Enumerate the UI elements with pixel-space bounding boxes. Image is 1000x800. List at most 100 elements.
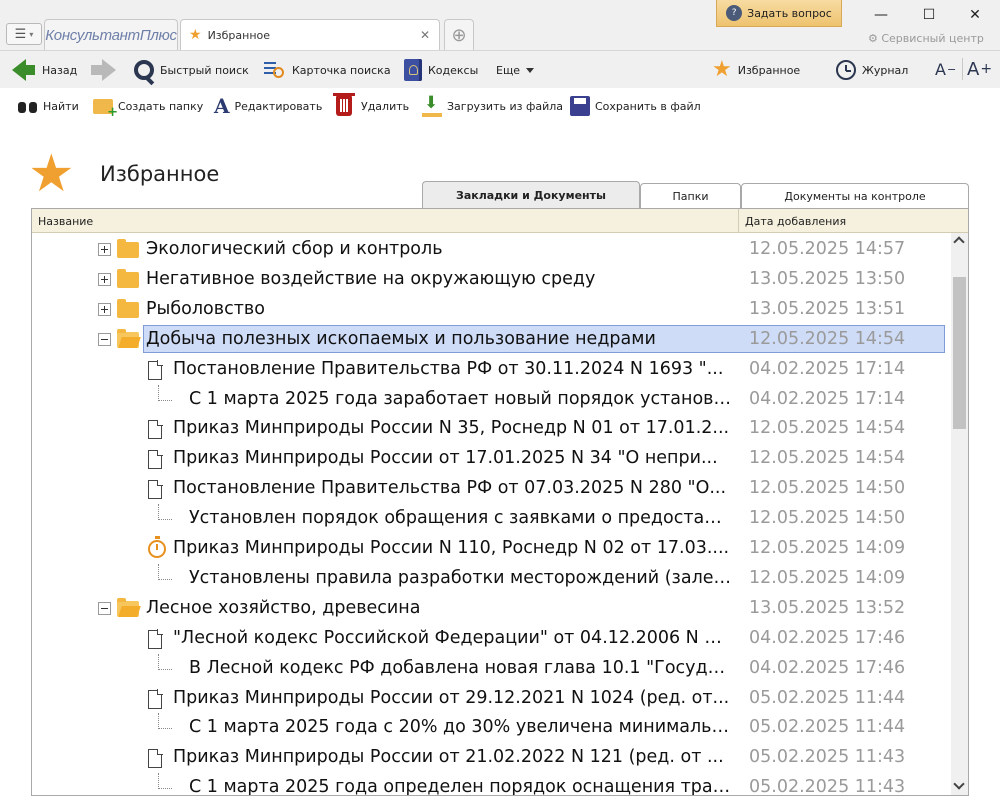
row-title[interactable]: Приказ Минприроды России от 29.12.2021 N… [173, 688, 732, 708]
favorites-button[interactable]: ★ Избранное [712, 51, 800, 89]
font-increase-button[interactable]: A + [967, 50, 992, 88]
minus-icon: − [946, 62, 957, 76]
folder-row[interactable]: Экологический сбор и контроль 12.05.2025 … [32, 235, 952, 265]
note-row[interactable]: Установлен порядок обращения с заявками … [32, 504, 952, 534]
scrollbar-thumb[interactable] [953, 277, 966, 429]
vertical-scrollbar[interactable] [951, 233, 968, 795]
scroll-up-icon[interactable] [953, 236, 965, 248]
tab-folders[interactable]: Папки [640, 183, 741, 209]
row-title[interactable]: Рыболовство [146, 299, 732, 319]
new-tab-button[interactable]: ⊕ [444, 19, 474, 50]
service-center-link[interactable]: ⚙ Сервисный центр [868, 32, 984, 45]
row-title[interactable]: Экологический сбор и контроль [146, 239, 732, 259]
expand-plus-icon[interactable] [98, 243, 111, 256]
history-clock-icon [836, 60, 856, 80]
tree-connector-line [158, 504, 172, 521]
row-title[interactable]: Лесное хозяйство, древесина [146, 598, 732, 618]
expand-plus-icon[interactable] [98, 302, 111, 316]
ask-question-button[interactable]: ? Задать вопрос [716, 0, 842, 27]
expand-plus-icon[interactable] [98, 272, 111, 286]
folder-row[interactable]: Добыча полезных ископаемых и пользование… [32, 324, 952, 355]
load-from-file-button[interactable]: Загрузить из файла [422, 88, 563, 124]
row-title[interactable]: Приказ Минприроды России от 21.02.2022 N… [173, 747, 732, 767]
journal-button[interactable]: Журнал [836, 51, 908, 89]
find-label: Найти [43, 99, 79, 113]
create-folder-button[interactable]: Создать папку [93, 88, 203, 124]
more-label: Еще [496, 63, 521, 77]
row-title[interactable]: Постановление Правительства РФ от 07.03.… [173, 478, 732, 498]
document-row[interactable]: Постановление Правительства РФ от 07.03.… [32, 474, 952, 504]
document-icon [148, 360, 163, 380]
row-date: 05.02.2025 11:44 [749, 717, 906, 738]
row-title[interactable]: С 1 марта 2025 года определен порядок ос… [189, 777, 732, 795]
tree-connector-line [158, 773, 172, 790]
note-row[interactable]: С 1 марта 2025 года определен порядок ос… [32, 773, 952, 795]
document-row[interactable]: "Лесной кодекс Российской Федерации" от … [32, 624, 952, 654]
folder-row[interactable]: Негативное воздействие на окружающую сре… [32, 265, 952, 295]
grid-header: Название Дата добавления [32, 209, 968, 233]
row-title[interactable]: Приказ Минприроды России N 110, Роснедр … [173, 538, 732, 558]
back-button[interactable]: Назад [12, 51, 77, 89]
document-row[interactable]: Приказ Минприроды России от 21.02.2022 N… [32, 743, 952, 773]
row-title[interactable]: Приказ Минприроды России N 35, Роснедр N… [173, 418, 732, 438]
delete-button[interactable]: Удалить [333, 88, 409, 124]
more-menu-button[interactable]: Еще [496, 51, 535, 89]
minimize-button[interactable]: — [866, 4, 896, 26]
tab-controlled-documents[interactable]: Документы на контроле [741, 183, 969, 209]
tab-bookmarks-documents[interactable]: Закладки и Документы [422, 181, 640, 209]
row-title[interactable]: С 1 марта 2025 года заработает новый пор… [189, 389, 732, 409]
row-title[interactable]: Приказ Минприроды России от 17.01.2025 N… [173, 448, 732, 468]
row-title[interactable]: Установлены правила разработки месторожд… [189, 568, 732, 588]
quick-search-button[interactable]: Быстрый поиск [134, 51, 249, 89]
row-date: 13.05.2025 13:50 [749, 268, 906, 289]
close-icon[interactable]: ✕ [420, 28, 430, 42]
row-title[interactable]: В Лесной кодекс РФ добавлена новая глава… [189, 658, 732, 678]
collapse-minus-icon[interactable] [98, 332, 111, 346]
note-row[interactable]: С 1 марта 2025 года с 20% до 30% увеличе… [32, 713, 952, 743]
find-button[interactable]: Найти [18, 88, 79, 124]
document-row[interactable]: Приказ Минприроды России N 110, Роснедр … [32, 534, 952, 564]
service-center-label: Сервисный центр [881, 32, 984, 45]
close-window-button[interactable]: ✕ [960, 4, 990, 26]
column-header-name[interactable]: Название [38, 215, 93, 228]
document-row[interactable]: Постановление Правительства РФ от 30.11.… [32, 355, 952, 385]
folder-row[interactable]: Рыболовство 13.05.2025 13:51 [32, 295, 952, 325]
row-title[interactable]: С 1 марта 2025 года с 20% до 30% увеличе… [189, 717, 732, 737]
brand-tab[interactable]: КонсультантПлюс [44, 19, 178, 50]
note-row[interactable]: В Лесной кодекс РФ добавлена новая глава… [32, 653, 952, 684]
edit-label: Редактировать [234, 99, 323, 113]
font-decrease-button[interactable]: A − [935, 50, 956, 88]
folder-open-icon [117, 597, 139, 617]
column-divider[interactable] [738, 209, 739, 233]
collapse-minus-icon[interactable] [98, 601, 111, 615]
quick-search-label: Быстрый поиск [160, 63, 249, 77]
edit-button[interactable]: A Редактировать [214, 88, 322, 124]
actions-toolbar: Найти Создать папку A Редактировать Удал… [0, 88, 1000, 124]
document-row[interactable]: Приказ Минприроды России N 35, Роснедр N… [32, 414, 952, 444]
row-title[interactable]: Негативное воздействие на окружающую сре… [146, 269, 732, 289]
row-title[interactable]: Установлен порядок обращения с заявками … [189, 508, 732, 528]
column-header-date[interactable]: Дата добавления [745, 215, 846, 228]
note-row[interactable]: Установлены правила разработки месторожд… [32, 563, 952, 594]
codes-button[interactable]: Кодексы [404, 51, 478, 89]
tab-favorites[interactable]: ★ Избранное ✕ [180, 19, 440, 50]
document-row[interactable]: Приказ Минприроды России от 29.12.2021 N… [32, 684, 952, 714]
row-title[interactable]: "Лесной кодекс Российской Федерации" от … [173, 628, 732, 648]
document-row[interactable]: Приказ Минприроды России от 17.01.2025 N… [32, 444, 952, 474]
folder-row[interactable]: Лесное хозяйство, древесина 13.05.2025 13… [32, 594, 952, 624]
font-decrease-label: A [935, 59, 946, 79]
scroll-down-icon[interactable] [953, 778, 965, 790]
tree-connector-line [158, 713, 172, 730]
journal-label: Журнал [862, 63, 909, 77]
note-row[interactable]: С 1 марта 2025 года заработает новый пор… [32, 384, 952, 415]
forward-button[interactable] [91, 51, 116, 89]
save-to-file-button[interactable]: Сохранить в файл [570, 88, 701, 124]
row-title[interactable]: Постановление Правительства РФ от 30.11.… [173, 359, 732, 379]
search-card-button[interactable]: Карточка поиска [264, 51, 391, 89]
hamburger-icon: ☰ [14, 26, 27, 42]
maximize-button[interactable]: ☐ [914, 4, 944, 26]
folder-add-icon [93, 98, 118, 120]
plus-icon: + [980, 61, 993, 77]
main-menu-button[interactable]: ☰ ▾ [6, 23, 42, 45]
chevron-down-icon [526, 67, 535, 73]
